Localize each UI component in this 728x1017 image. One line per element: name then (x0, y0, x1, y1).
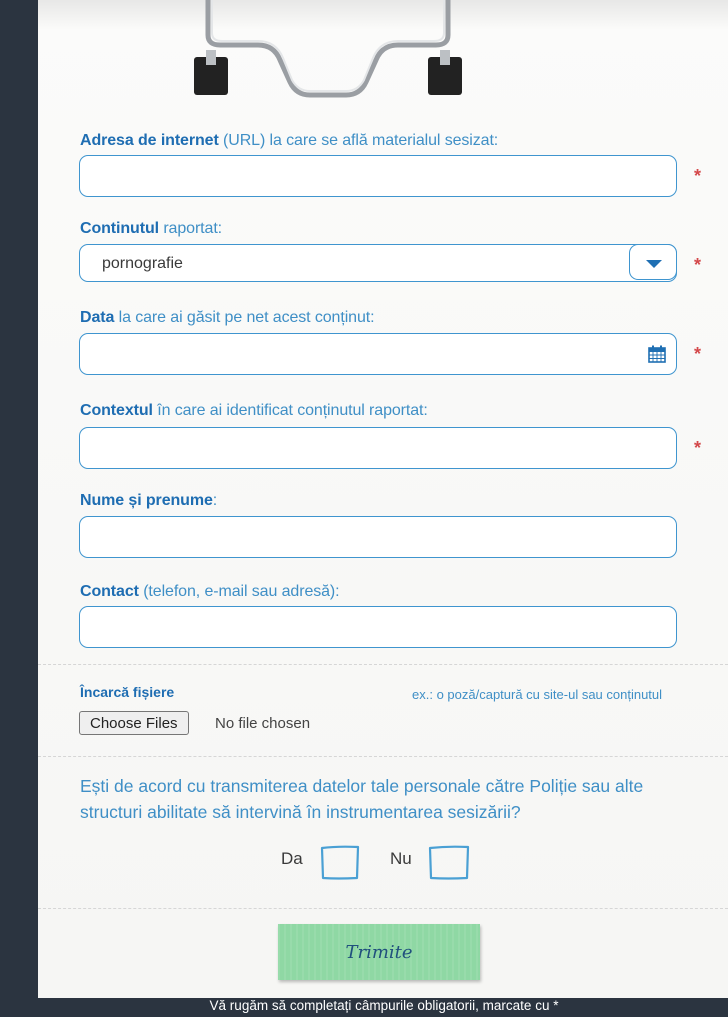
date-required-mark: * (694, 344, 702, 364)
no-checkbox[interactable] (426, 842, 474, 882)
contact-label: Contact (telefon, e-mail sau adresă): (80, 583, 340, 601)
date-field[interactable] (79, 333, 677, 375)
content-select-value: pornografie (102, 255, 183, 272)
context-input[interactable] (80, 428, 676, 468)
content-select[interactable]: pornografie (79, 244, 677, 282)
divider (38, 908, 728, 909)
url-label: Adresa de internet (URL) la care se află… (80, 132, 498, 150)
date-label-rest: la care ai găsit pe net acest conținut: (114, 309, 375, 326)
contact-label-bold: Contact (80, 583, 139, 600)
consent-question: Ești de acord cu transmiterea datelor ta… (80, 776, 644, 822)
content-label-rest: raportat: (158, 220, 223, 237)
url-input[interactable] (80, 156, 676, 196)
date-input[interactable] (80, 334, 676, 374)
content-select-toggle[interactable] (629, 244, 677, 280)
contact-label-rest: (telefon, e-mail sau adresă): (138, 583, 340, 600)
content-label-bold: Continutul (80, 220, 159, 237)
content-label: Continutul raportat: (80, 220, 222, 238)
name-label: Nume și prenume: (80, 492, 217, 510)
context-label: Contextul în care ai identificat conținu… (80, 402, 428, 420)
date-label-bold: Data (80, 309, 115, 326)
no-label: Nu (390, 849, 412, 868)
url-label-bold: Adresa de internet (80, 132, 219, 149)
chevron-down-icon (646, 260, 662, 268)
context-field[interactable] (79, 427, 677, 469)
name-label-bold: Nume și prenume (80, 492, 213, 509)
content-required-mark: * (694, 255, 702, 275)
divider (38, 756, 728, 757)
name-field[interactable] (79, 516, 677, 558)
context-required-mark: * (694, 438, 702, 458)
clipboard-paper: Adresa de internet (URL) la care se află… (38, 0, 728, 998)
upload-hint: ex.: o poză/captură cu site-ul sau conți… (412, 687, 663, 702)
divider (38, 664, 728, 665)
context-label-rest: în care ai identificat conținutul raport… (152, 402, 428, 419)
context-label-bold: Contextul (80, 402, 153, 419)
yes-label: Da (281, 849, 303, 868)
contact-input[interactable] (80, 607, 676, 647)
date-label: Data la care ai găsit pe net acest conți… (80, 309, 375, 327)
calendar-icon[interactable] (648, 345, 666, 363)
footer-note: Vă rugăm să completați câmpurile obligat… (209, 998, 559, 1013)
file-status: No file chosen (215, 715, 311, 732)
url-label-rest: (URL) la care se află materialul sesizat… (218, 132, 499, 149)
submit-button[interactable]: Trimite (278, 924, 480, 980)
name-input[interactable] (80, 517, 676, 557)
clipboard-clip-icon (194, 0, 462, 98)
contact-field[interactable] (79, 606, 677, 648)
url-required-mark: * (694, 166, 702, 186)
url-field[interactable] (79, 155, 677, 197)
upload-title: Încarcă fișiere (80, 684, 175, 700)
name-label-rest: : (212, 492, 218, 509)
yes-checkbox[interactable] (318, 842, 362, 882)
choose-files-button[interactable]: Choose Files (79, 711, 189, 735)
